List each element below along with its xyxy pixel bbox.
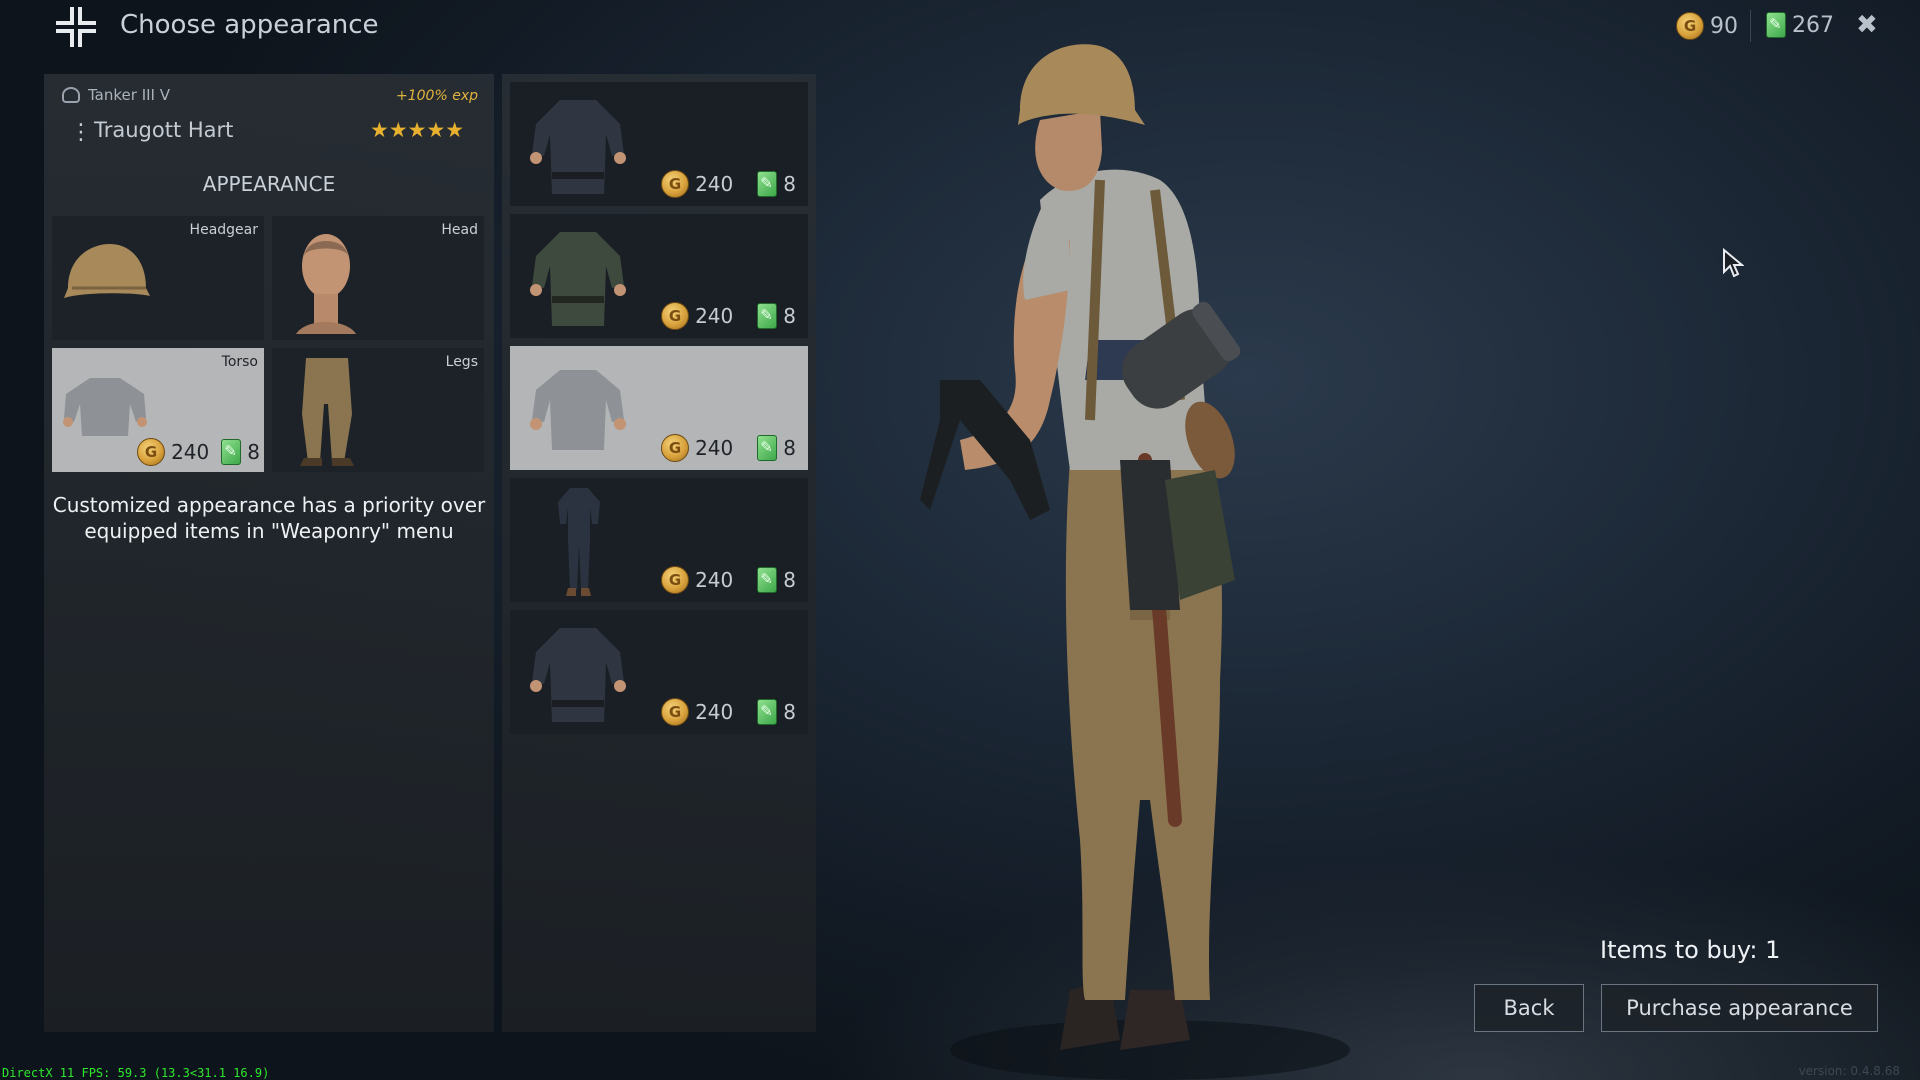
price-tickets: 8 <box>247 440 260 464</box>
dark-tunic-icon <box>530 628 626 722</box>
soldier-class-label: Tanker III V <box>88 86 170 104</box>
slot-legs[interactable]: Legs <box>272 348 484 472</box>
slot-head[interactable]: Head <box>272 216 484 340</box>
item-price: 240 8 <box>661 434 796 462</box>
ticket-icon <box>757 435 778 461</box>
coverall-icon <box>558 488 600 596</box>
currency-divider <box>1750 10 1751 42</box>
trousers-icon <box>300 358 354 466</box>
ticket-icon <box>757 171 778 197</box>
price-gold: 240 <box>695 436 734 460</box>
gold-coin-icon <box>1676 12 1704 40</box>
soldier-name: Traugott Hart <box>94 118 234 142</box>
note-line-1: Customized appearance has a priority ove… <box>52 493 486 517</box>
grey-shirt-icon <box>530 370 626 450</box>
purchase-appearance-button[interactable]: Purchase appearance <box>1601 984 1878 1032</box>
head-icon <box>296 234 356 334</box>
ticket-icon <box>757 303 778 329</box>
item-card[interactable]: 240 8 <box>510 478 808 602</box>
menu-dots-icon[interactable]: ⋮ <box>70 120 92 145</box>
item-card[interactable]: 240 8 <box>510 82 808 206</box>
gold-coin-icon <box>661 170 690 198</box>
ticket-balance: 267 <box>1766 12 1834 38</box>
gold-coin-icon <box>661 302 690 330</box>
item-list-panel: 240 8 240 8 240 8 <box>502 74 816 1032</box>
exp-bonus: +100% exp <box>396 88 478 104</box>
slot-torso[interactable]: Torso 240 8 <box>52 348 264 472</box>
tanker-class-icon <box>62 87 80 103</box>
price-tickets: 8 <box>783 568 796 592</box>
item-card[interactable]: 240 8 <box>510 214 808 338</box>
item-price: 240 8 <box>661 170 796 198</box>
price-tickets: 8 <box>783 700 796 724</box>
gold-balance: 90 <box>1676 12 1738 40</box>
balkenkreuz-logo-icon <box>56 7 96 47</box>
green-tunic-icon <box>530 232 626 326</box>
soldier-class: Tanker III V <box>62 86 170 104</box>
slot-price: 240 8 <box>137 438 260 466</box>
appearance-title: APPEARANCE <box>202 172 336 196</box>
version-label: version: 0.4.8.68 <box>1798 1064 1900 1078</box>
page-title: Choose appearance <box>120 10 379 40</box>
slot-headgear[interactable]: Headgear <box>52 216 264 340</box>
ticket-icon <box>757 699 778 725</box>
price-gold: 240 <box>695 568 734 592</box>
item-card[interactable]: 240 8 <box>510 610 808 734</box>
top-bar: Choose appearance 90 267 ✖ <box>0 0 1920 52</box>
item-price: 240 8 <box>661 698 796 726</box>
ticket-amount: 267 <box>1792 12 1834 38</box>
ticket-icon <box>1766 12 1786 38</box>
ticket-icon <box>221 439 242 465</box>
gold-coin-icon <box>137 438 166 466</box>
gold-coin-icon <box>661 566 690 594</box>
price-gold: 240 <box>695 172 734 196</box>
price-tickets: 8 <box>783 304 796 328</box>
price-gold: 240 <box>171 440 210 464</box>
mouse-cursor-icon <box>1723 248 1744 278</box>
shirt-icon <box>63 378 147 436</box>
gold-amount: 90 <box>1710 13 1738 39</box>
price-tickets: 8 <box>783 172 796 196</box>
price-gold: 240 <box>695 304 734 328</box>
back-button[interactable]: Back <box>1474 984 1584 1032</box>
dark-tunic-icon <box>530 100 626 194</box>
items-to-buy: Items to buy: 1 <box>1600 936 1781 964</box>
slot-label: Torso <box>221 354 258 370</box>
item-card-selected[interactable]: 240 8 <box>510 346 808 470</box>
appearance-note: Customized appearance has a priority ove… <box>44 492 494 544</box>
item-price: 240 8 <box>661 566 796 594</box>
ticket-icon <box>757 567 778 593</box>
debug-fps: DirectX 11 FPS: 59.3 (13.3<31.1 16.9) <box>2 1066 270 1080</box>
helmet-icon <box>64 244 150 298</box>
price-tickets: 8 <box>783 436 796 460</box>
appearance-panel: Tanker III V +100% exp ⋮ Traugott Hart ★… <box>44 74 494 1032</box>
slot-label: Legs <box>445 354 478 370</box>
soldier-rating: ★★★★★ <box>370 118 465 142</box>
gold-coin-icon <box>661 698 690 726</box>
slot-label: Headgear <box>189 222 258 238</box>
item-price: 240 8 <box>661 302 796 330</box>
gold-coin-icon <box>661 434 690 462</box>
price-gold: 240 <box>695 700 734 724</box>
close-icon[interactable]: ✖ <box>1856 10 1878 40</box>
slot-label: Head <box>441 222 478 238</box>
soldier-character-preview[interactable] <box>920 40 1420 1080</box>
note-line-2: equipped items in "Weaponry" menu <box>84 519 454 543</box>
